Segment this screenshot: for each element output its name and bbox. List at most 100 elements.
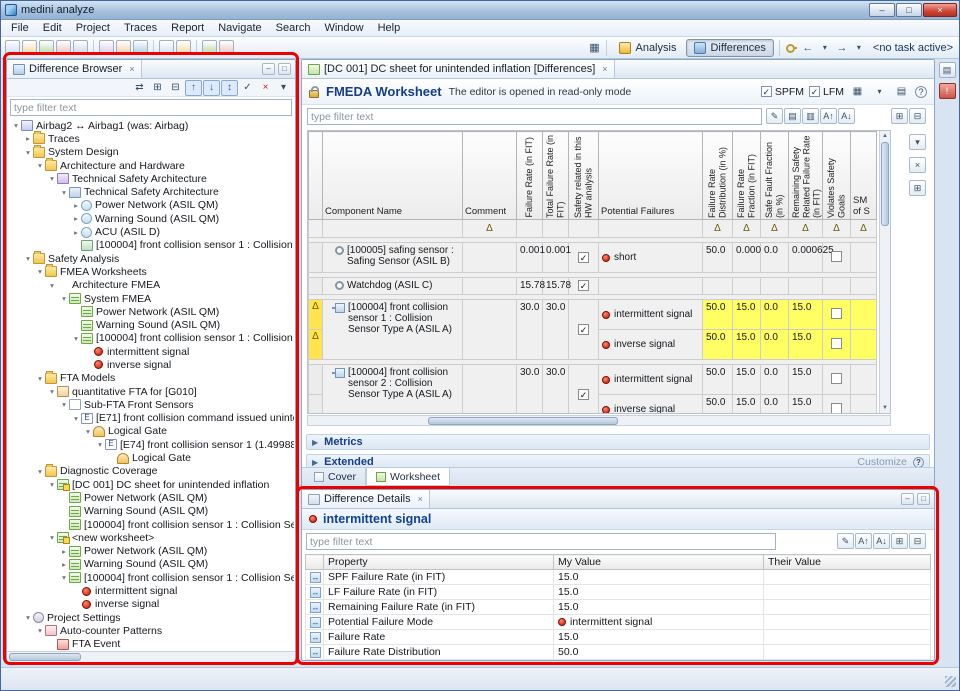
view-mode-icon[interactable] [849,84,866,100]
tree-item[interactable]: [100004] front collision sensor 1 : Coll… [8,239,294,252]
resize-grip[interactable] [945,676,956,687]
tree-twistie-icon[interactable]: ▾ [59,573,69,582]
tree-item[interactable]: intermittent signal [8,584,294,597]
sff-cell[interactable]: 0.0 [761,395,789,415]
expand-all-icon[interactable]: ⊞ [149,80,166,96]
details-row[interactable]: ↔Potential Failure Modeintermittent sign… [306,615,931,630]
details-row[interactable]: ↔SPF Failure Rate (in FIT)15.0 [306,570,931,585]
problems-icon[interactable]: ! [939,83,956,99]
component-name-cell[interactable]: [100005] safing sensor : Safing Sensor (… [323,243,463,273]
potential-failure-cell[interactable]: inverse signal [599,330,703,360]
tree-item[interactable]: ▾Project Settings [8,611,294,624]
details-column-my-value[interactable]: My Value [554,555,764,570]
violates-safety-goals-cell[interactable] [823,278,851,295]
scrollbar-thumb[interactable] [9,653,81,661]
tree-item[interactable]: Warning Sound (ASIL QM) [8,318,294,331]
tree-twistie-icon[interactable]: ▸ [59,547,69,556]
close-view-icon[interactable] [418,494,423,504]
maximize-button[interactable]: □ [896,3,922,17]
rsfr-cell[interactable]: 15.0 [789,395,823,415]
column-header-sm[interactable]: SM of S [851,132,877,220]
worksheet-vertical-scrollbar[interactable] [879,131,890,413]
tree-item[interactable]: intermittent signal [8,345,294,358]
tree-item[interactable]: ▸Power Network (ASIL QM) [8,545,294,558]
frd-cell[interactable]: 50.0 [703,300,733,330]
tree-twistie-icon[interactable]: ▸ [71,228,81,237]
total-failure-rate-cell[interactable]: 15.78 [543,278,569,295]
tree-item[interactable]: ▾Architecture FMEA [8,279,294,292]
lfm-toggle[interactable]: LFM [809,86,844,98]
column-mode-icon[interactable]: ▥ [802,108,819,124]
show-all-differences-icon[interactable]: ↕ [221,80,238,96]
expand-metrics-icon[interactable] [312,436,318,448]
sm-cell[interactable] [851,300,877,330]
tree-item[interactable]: Power Network (ASIL QM) [8,305,294,318]
frf-cell[interactable]: 15.0 [733,300,761,330]
editor-page-tab-worksheet[interactable]: Worksheet [366,468,450,486]
frd-cell[interactable]: 50.0 [703,330,733,360]
safety-related-checkbox[interactable]: ✓ [578,280,589,291]
remove-all-icon[interactable]: × [257,80,274,96]
key-icon[interactable] [785,41,798,54]
column-header-sff[interactable]: Safe Fault Fraction (in %) [761,132,789,220]
forward-history-icon[interactable] [852,40,866,56]
titlebar[interactable]: medini analyze – □ × [1,1,959,20]
scrollbar-thumb[interactable] [428,417,618,425]
new-wizard-icon[interactable] [99,40,114,55]
editor-tab[interactable]: [DC 001] DC sheet for unintended inflati… [302,60,615,78]
tree-item[interactable]: ▾Diagnostic Coverage [8,465,294,478]
details-row[interactable]: ↔LF Failure Rate (in FIT)15.0 [306,585,931,600]
add-icon[interactable]: ⊞ [909,180,926,196]
report-icon[interactable] [116,40,131,55]
editor-page-tab-cover[interactable]: Cover [305,468,366,486]
minimize-view-icon[interactable] [901,493,914,505]
total-failure-rate-cell[interactable]: 30.0 [543,365,569,415]
rsfr-cell[interactable]: 15.0 [789,365,823,395]
export-icon[interactable] [133,40,148,55]
potential-failure-cell[interactable]: inverse signal [599,395,703,415]
next-difference-icon[interactable]: ↓ [203,80,220,96]
lfm-checkbox[interactable] [809,86,820,97]
tree-twistie-icon[interactable]: ▾ [23,613,33,622]
redo-icon[interactable] [176,40,191,55]
violates-safety-goals-cell[interactable] [823,395,851,415]
column-header-fr[interactable]: Failure Rate (in FIT) [517,132,543,220]
worksheet-horizontal-scrollbar[interactable] [307,415,891,426]
analysis-perspective-button[interactable]: Analysis [612,39,683,57]
close-button[interactable]: × [923,3,957,17]
tree-item[interactable]: ▾Technical Safety Architecture [8,185,294,198]
details-row[interactable]: ↔Failure Rate Distribution50.0 [306,645,931,660]
help-icon[interactable] [915,86,927,98]
close-icon[interactable]: × [909,157,926,173]
failure-rate-cell[interactable]: 15.78 [517,278,543,295]
menu-report[interactable]: Report [164,21,211,35]
menu-traces[interactable]: Traces [117,21,164,35]
difference-browser-tab[interactable]: Difference Browser [7,60,142,78]
scroll-down-icon[interactable] [880,403,890,413]
column-header-component[interactable]: Component Name [323,132,463,220]
tree-item[interactable]: ▾FMEA Worksheets [8,265,294,278]
safety-related-cell[interactable]: ✓ [569,278,599,295]
comment-cell[interactable] [463,365,517,415]
tree-item[interactable]: Power Network (ASIL QM) [8,491,294,504]
tree-twistie-icon[interactable]: ▾ [47,533,57,542]
menu-project[interactable]: Project [69,21,117,35]
scrollbar-thumb[interactable] [881,142,889,226]
column-header-pf[interactable]: Potential Failures [599,132,703,220]
frf-cell[interactable]: 15.0 [733,330,761,360]
tree-twistie-icon[interactable]: ▾ [35,161,45,170]
frd-cell[interactable]: 50.0 [703,243,733,273]
potential-failure-cell[interactable] [599,278,703,295]
row-mode-icon[interactable]: ▤ [784,108,801,124]
tree-item[interactable]: ▾[100004] front collision sensor 1 : Col… [8,332,294,345]
failure-rate-cell[interactable]: 30.0 [517,300,543,360]
font-increase-icon[interactable]: A↑ [855,533,872,549]
safety-related-checkbox[interactable]: ✓ [578,389,589,400]
sm-cell[interactable] [851,243,877,273]
menu-file[interactable]: File [4,21,36,35]
task-status[interactable]: <no task active> [869,42,953,54]
tree-item[interactable]: ▾[E74] front collision sensor 1 (1.49988… [8,438,294,451]
back-history-icon[interactable] [818,40,832,56]
tree-item[interactable]: ▾Auto-counter Patterns [8,624,294,637]
column-header-tfr[interactable]: Total Failure Rate (in FIT) [543,132,569,220]
